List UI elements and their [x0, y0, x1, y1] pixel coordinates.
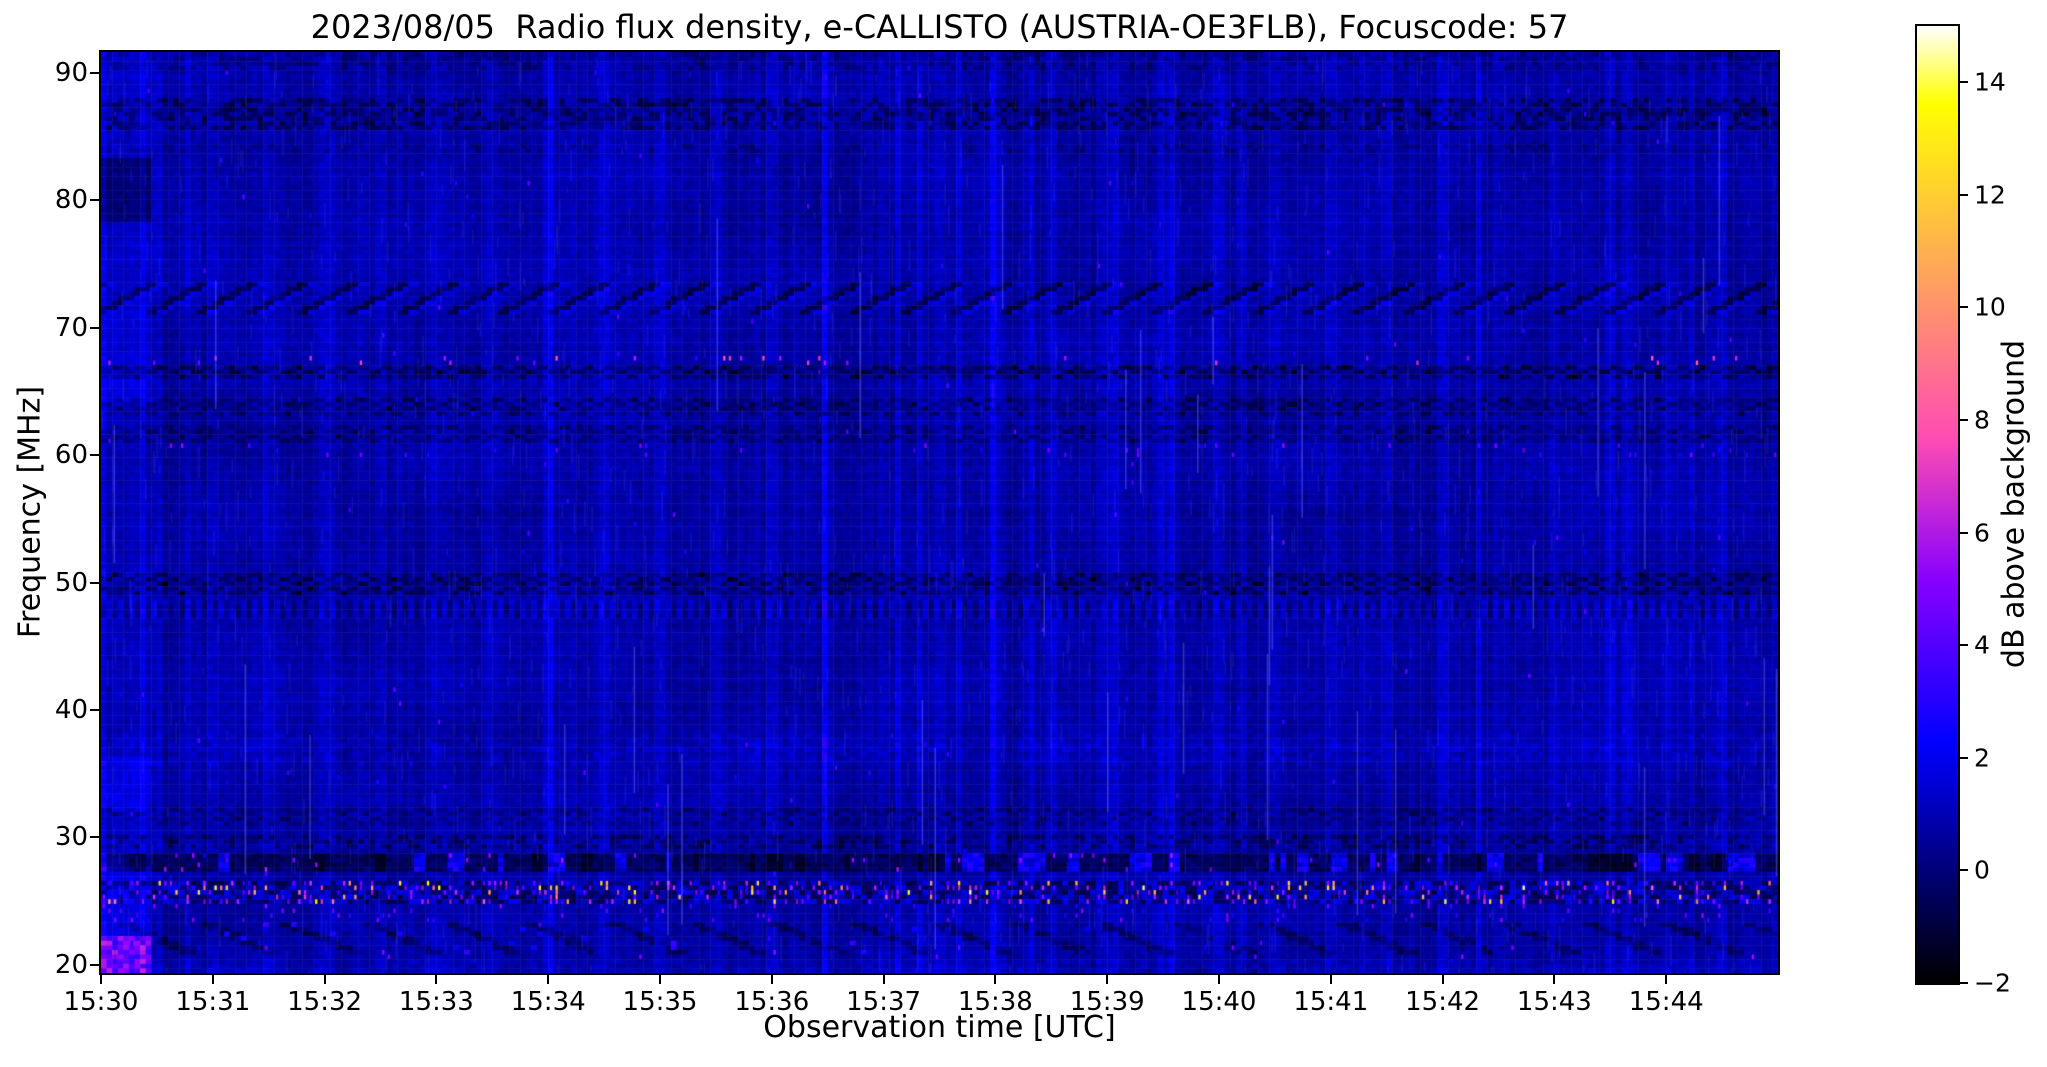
y-tick-label: 70 — [54, 312, 88, 343]
y-tick-label: 20 — [54, 949, 88, 980]
tick-mark — [659, 975, 661, 984]
colorbar-tick-label: −2 — [1974, 968, 2011, 998]
y-tick-label: 80 — [54, 185, 88, 216]
tick-mark — [1441, 975, 1444, 984]
tick-mark — [90, 72, 99, 75]
tick-mark — [90, 199, 99, 202]
colorbar-tick-label: 2 — [1974, 743, 1990, 773]
y-tick-label: 60 — [54, 440, 88, 471]
tick-mark — [1329, 975, 1332, 984]
x-axis-label: Observation time [UTC] — [763, 1010, 1116, 1045]
colorbar-tick-label: 0 — [1974, 855, 1990, 885]
tick-mark — [90, 836, 99, 839]
tick-mark — [994, 975, 997, 984]
chart-title: 2023/08/05 Radio flux density, e-CALLIST… — [310, 8, 1569, 46]
spectrogram-canvas — [101, 52, 1778, 973]
spectrogram-plot-area — [99, 50, 1780, 975]
colorbar-tick-label: 6 — [1974, 518, 1990, 548]
tick-mark — [1960, 869, 1968, 872]
tick-mark — [1960, 756, 1968, 759]
tick-mark — [1960, 193, 1968, 196]
y-tick-label: 40 — [54, 694, 88, 725]
tick-mark — [100, 975, 102, 984]
tick-mark — [770, 975, 773, 984]
tick-mark — [1960, 531, 1968, 534]
tick-mark — [1665, 975, 1668, 984]
colorbar-tick-label: 12 — [1974, 180, 2006, 210]
tick-mark — [435, 975, 438, 984]
colorbar-tick-label: 4 — [1974, 630, 1990, 660]
tick-mark — [1218, 975, 1220, 984]
tick-mark — [90, 708, 99, 711]
tick-mark — [1960, 644, 1968, 647]
colorbar-tick-label: 14 — [1974, 67, 2006, 97]
tick-mark — [1960, 982, 1968, 984]
tick-mark — [1960, 81, 1968, 84]
tick-mark — [90, 963, 99, 966]
tick-mark — [882, 975, 885, 984]
tick-mark — [90, 326, 99, 329]
tick-mark — [1553, 975, 1556, 984]
tick-mark — [1960, 306, 1968, 309]
tick-mark — [1960, 419, 1968, 422]
colorbar-tick-label: 8 — [1974, 405, 1990, 435]
colorbar-label: dB above background — [1996, 339, 2032, 669]
colorbar — [1915, 24, 1960, 985]
tick-mark — [90, 454, 99, 457]
y-tick-label: 90 — [54, 58, 88, 89]
y-tick-label: 30 — [54, 822, 88, 853]
tick-mark — [1106, 975, 1109, 984]
figure-root: 2023/08/05 Radio flux density, e-CALLIST… — [0, 0, 2047, 1067]
tick-mark — [211, 975, 214, 984]
tick-mark — [90, 581, 99, 584]
tick-mark — [323, 975, 326, 984]
y-axis-label: Frequency [MHz] — [12, 385, 48, 639]
colorbar-tick-label: 10 — [1974, 292, 2006, 322]
tick-mark — [547, 975, 550, 984]
colorbar-canvas — [1917, 26, 1958, 983]
y-tick-label: 50 — [54, 567, 88, 598]
